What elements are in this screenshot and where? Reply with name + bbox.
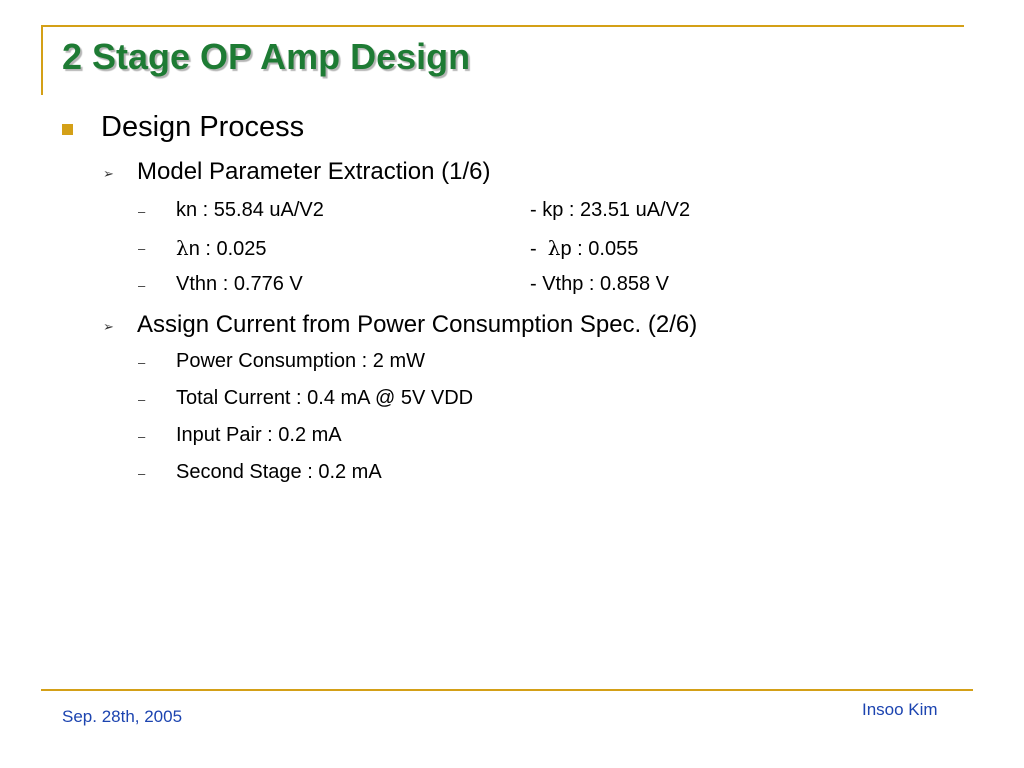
dash-bullet-icon: – bbox=[138, 429, 146, 444]
arrow-bullet-icon: ➢ bbox=[103, 166, 114, 181]
dash-bullet-icon: – bbox=[138, 392, 146, 407]
param-vthp: - Vthp : 0.858 V bbox=[530, 273, 669, 295]
subsection-heading: Model Parameter Extraction (1/6) bbox=[137, 158, 491, 185]
second-stage-item: Second Stage : 0.2 mA bbox=[176, 461, 382, 483]
param-vthn: Vthn : 0.776 V bbox=[176, 273, 303, 295]
section-heading: Design Process bbox=[101, 111, 305, 143]
param-lambda-n-value: n : 0.025 bbox=[188, 238, 267, 260]
power-consumption-item: Power Consumption : 2 mW bbox=[176, 350, 425, 372]
footer-date: Sep. 28th, 2005 bbox=[62, 707, 183, 726]
footer-divider bbox=[41, 689, 973, 691]
param-lambda-p-prefix: - bbox=[530, 238, 548, 260]
param-kp: - kp : 23.51 uA/V2 bbox=[530, 199, 691, 221]
input-pair-item: Input Pair : 0.2 mA bbox=[176, 424, 342, 446]
footer-author: Insoo Kim bbox=[862, 700, 938, 719]
dash-bullet-icon: – bbox=[138, 204, 146, 219]
param-lambda-p-value: p : 0.055 bbox=[560, 238, 639, 260]
square-bullet-icon bbox=[62, 124, 73, 135]
param-lambda-p: - λp : 0.055 bbox=[530, 236, 638, 261]
param-lambda-n: λn : 0.025 bbox=[176, 236, 267, 261]
total-current-item: Total Current : 0.4 mA @ 5V VDD bbox=[176, 387, 474, 409]
lambda-symbol: λ bbox=[547, 236, 561, 260]
subsection-heading: Assign Current from Power Consumption Sp… bbox=[137, 311, 698, 338]
dash-bullet-icon: – bbox=[138, 466, 146, 481]
slide: 2 Stage OP Amp Design Design Process ➢ M… bbox=[0, 0, 1024, 768]
arrow-bullet-icon: ➢ bbox=[103, 319, 114, 334]
dash-bullet-icon: – bbox=[138, 355, 146, 370]
slide-title: 2 Stage OP Amp Design bbox=[62, 36, 471, 77]
title-frame-vertical-line bbox=[41, 25, 43, 95]
lambda-symbol: λ bbox=[176, 236, 189, 260]
param-kn: kn : 55.84 uA/V2 bbox=[176, 199, 324, 221]
title-frame-horizontal-line bbox=[41, 25, 964, 27]
dash-bullet-icon: – bbox=[138, 278, 146, 293]
dash-bullet-icon: – bbox=[138, 241, 146, 256]
